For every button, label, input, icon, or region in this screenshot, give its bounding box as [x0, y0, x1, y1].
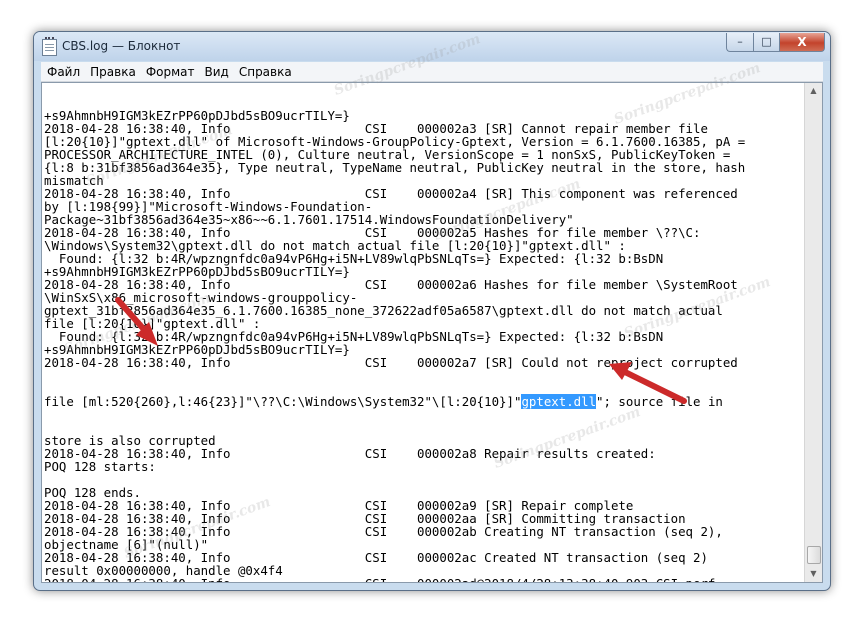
notepad-window: CBS.log — Блокнот – □ X Файл Правка Форм… — [33, 31, 831, 591]
menu-view[interactable]: Вид — [205, 65, 229, 79]
text-editor[interactable]: +s9AhmnbH9IGM3kEZrPP60pDJbd5sBO9ucrTILY=… — [41, 82, 823, 583]
log-line: 2018-04-28 16:38:40, Info CSI 000002a7 [… — [44, 355, 738, 370]
log-lines-before: +s9AhmnbH9IGM3kEZrPP60pDJbd5sBO9ucrTILY=… — [44, 109, 803, 369]
menu-file[interactable]: Файл — [47, 65, 80, 79]
menu-edit[interactable]: Правка — [90, 65, 136, 79]
log-line: {l:8 b:31bf3856ad364e35}, Type neutral, … — [44, 160, 746, 175]
log-line-highlight-before: file [ml:520{260},l:46{23}]"\??\C:\Windo… — [44, 394, 522, 409]
log-line: 2018-04-28 16:38:40, Info CSI 000002ad@2… — [44, 577, 803, 582]
window-controls: – □ X — [726, 33, 825, 53]
title-bar[interactable]: CBS.log — Блокнот – □ X — [34, 32, 830, 61]
menu-help[interactable]: Справка — [239, 65, 292, 79]
menu-format[interactable]: Формат — [146, 65, 195, 79]
log-line-highlight: file [ml:520{260},l:46{23}]"\??\C:\Windo… — [44, 394, 803, 409]
scroll-up-icon[interactable]: ▲ — [806, 83, 821, 99]
log-lines-after: store is also corrupted 2018-04-28 16:38:… — [44, 434, 803, 582]
window-title: CBS.log — Блокнот — [62, 39, 181, 53]
menu-bar: Файл Правка Формат Вид Справка — [41, 62, 823, 82]
maximize-button[interactable]: □ — [753, 33, 779, 52]
scroll-down-icon[interactable]: ▼ — [806, 566, 821, 582]
minimize-button[interactable]: – — [726, 33, 753, 52]
selected-text[interactable]: gptext.dll — [521, 394, 597, 409]
log-text[interactable]: +s9AhmnbH9IGM3kEZrPP60pDJbd5sBO9ucrTILY=… — [44, 83, 803, 582]
notepad-icon — [42, 37, 57, 56]
log-line: POQ 128 starts: — [44, 459, 156, 474]
vertical-scrollbar[interactable]: ▲ ▼ — [804, 83, 822, 582]
log-line-highlight-after: "; source file in — [596, 394, 723, 409]
close-button[interactable]: X — [779, 33, 825, 52]
scroll-thumb[interactable] — [807, 546, 821, 564]
log-line: 2018-04-28 16:38:40, Info CSI 000002a8 R… — [44, 446, 656, 461]
